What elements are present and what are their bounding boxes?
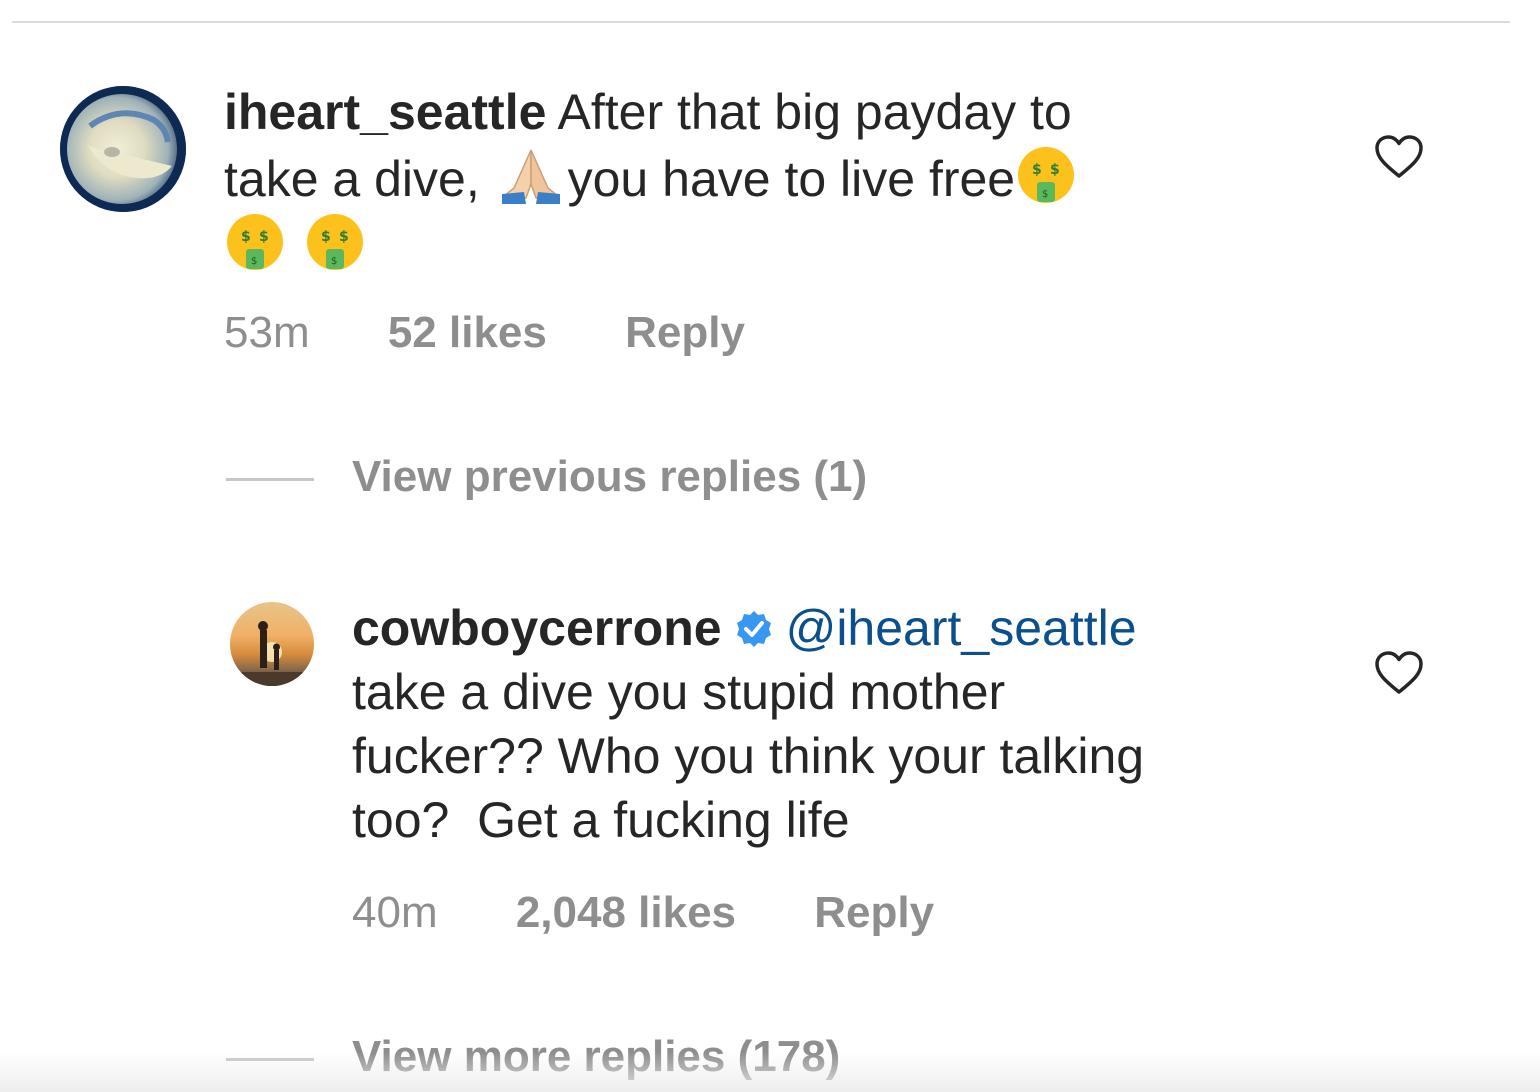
- svg-text:$: $: [1042, 189, 1048, 200]
- folded-hands-icon: [501, 149, 560, 204]
- like-count[interactable]: 52 likes: [388, 308, 547, 357]
- money-mouth-face-icon: $ $ $: [1018, 147, 1075, 203]
- reply-button[interactable]: Reply: [625, 308, 745, 357]
- comment-mention[interactable]: @iheart_seattle: [786, 600, 1137, 656]
- comment-username[interactable]: cowboycerrone: [352, 600, 722, 656]
- avatar-image: [230, 621, 314, 686]
- comment-line-1: cowboycerrone @iheart_seattle: [352, 596, 1352, 660]
- comment-line-3: fucker?? Who you think your talking: [352, 728, 1145, 784]
- comment-meta: 40m 2,048 likes Reply: [352, 888, 1000, 938]
- comment-line-1: iheart_seattle After that big payday to: [224, 80, 1284, 144]
- svg-text:$: $: [251, 256, 257, 267]
- comment-text-part: you have to live free: [567, 151, 1016, 207]
- comment-line-3: $ $ $ $ $ $: [224, 211, 1284, 278]
- money-mouth-face-icon: $ $ $: [227, 214, 283, 270]
- comment-text-part: take a dive,: [224, 151, 480, 207]
- heart-outline-icon[interactable]: [1374, 134, 1424, 180]
- svg-text:$: $: [331, 256, 337, 267]
- top-divider: [12, 21, 1510, 23]
- comment-time: 40m: [352, 888, 438, 937]
- heart-outline-icon[interactable]: [1374, 650, 1424, 696]
- avatar-image: [60, 86, 186, 212]
- comment-line-2: take a dive, you have to live free $ $ $: [224, 144, 1284, 211]
- comment-text: cowboycerrone @iheart_seattle take a div…: [352, 596, 1352, 852]
- verified-badge-icon: [736, 611, 771, 647]
- reply-button[interactable]: Reply: [814, 888, 934, 937]
- comment-text-part: After that big payday to: [557, 84, 1072, 140]
- view-previous-replies[interactable]: View previous replies (1): [226, 452, 867, 502]
- comment-username[interactable]: iheart_seattle: [224, 84, 546, 140]
- view-previous-replies-label[interactable]: View previous replies (1): [352, 452, 867, 501]
- svg-text:$: $: [259, 229, 269, 245]
- like-count[interactable]: 2,048 likes: [516, 888, 736, 937]
- svg-text:$: $: [1032, 162, 1042, 178]
- avatar[interactable]: [230, 602, 314, 686]
- comment-time: 53m: [224, 308, 310, 357]
- comment-meta: 53m 52 likes Reply: [224, 308, 811, 358]
- replies-divider: [226, 477, 314, 481]
- svg-text:$: $: [339, 229, 349, 245]
- comment-line-2: take a dive you stupid mother: [352, 664, 1006, 720]
- svg-text:$: $: [321, 229, 331, 245]
- money-mouth-face-icon: $ $ $: [307, 214, 363, 270]
- comment-line-4: too? Get a fucking life: [352, 792, 850, 848]
- svg-text:$: $: [241, 229, 251, 245]
- avatar[interactable]: [60, 86, 186, 212]
- svg-text:$: $: [1050, 162, 1060, 178]
- comment-text: iheart_seattle After that big payday to …: [224, 80, 1284, 278]
- bottom-fade: [0, 1052, 1540, 1092]
